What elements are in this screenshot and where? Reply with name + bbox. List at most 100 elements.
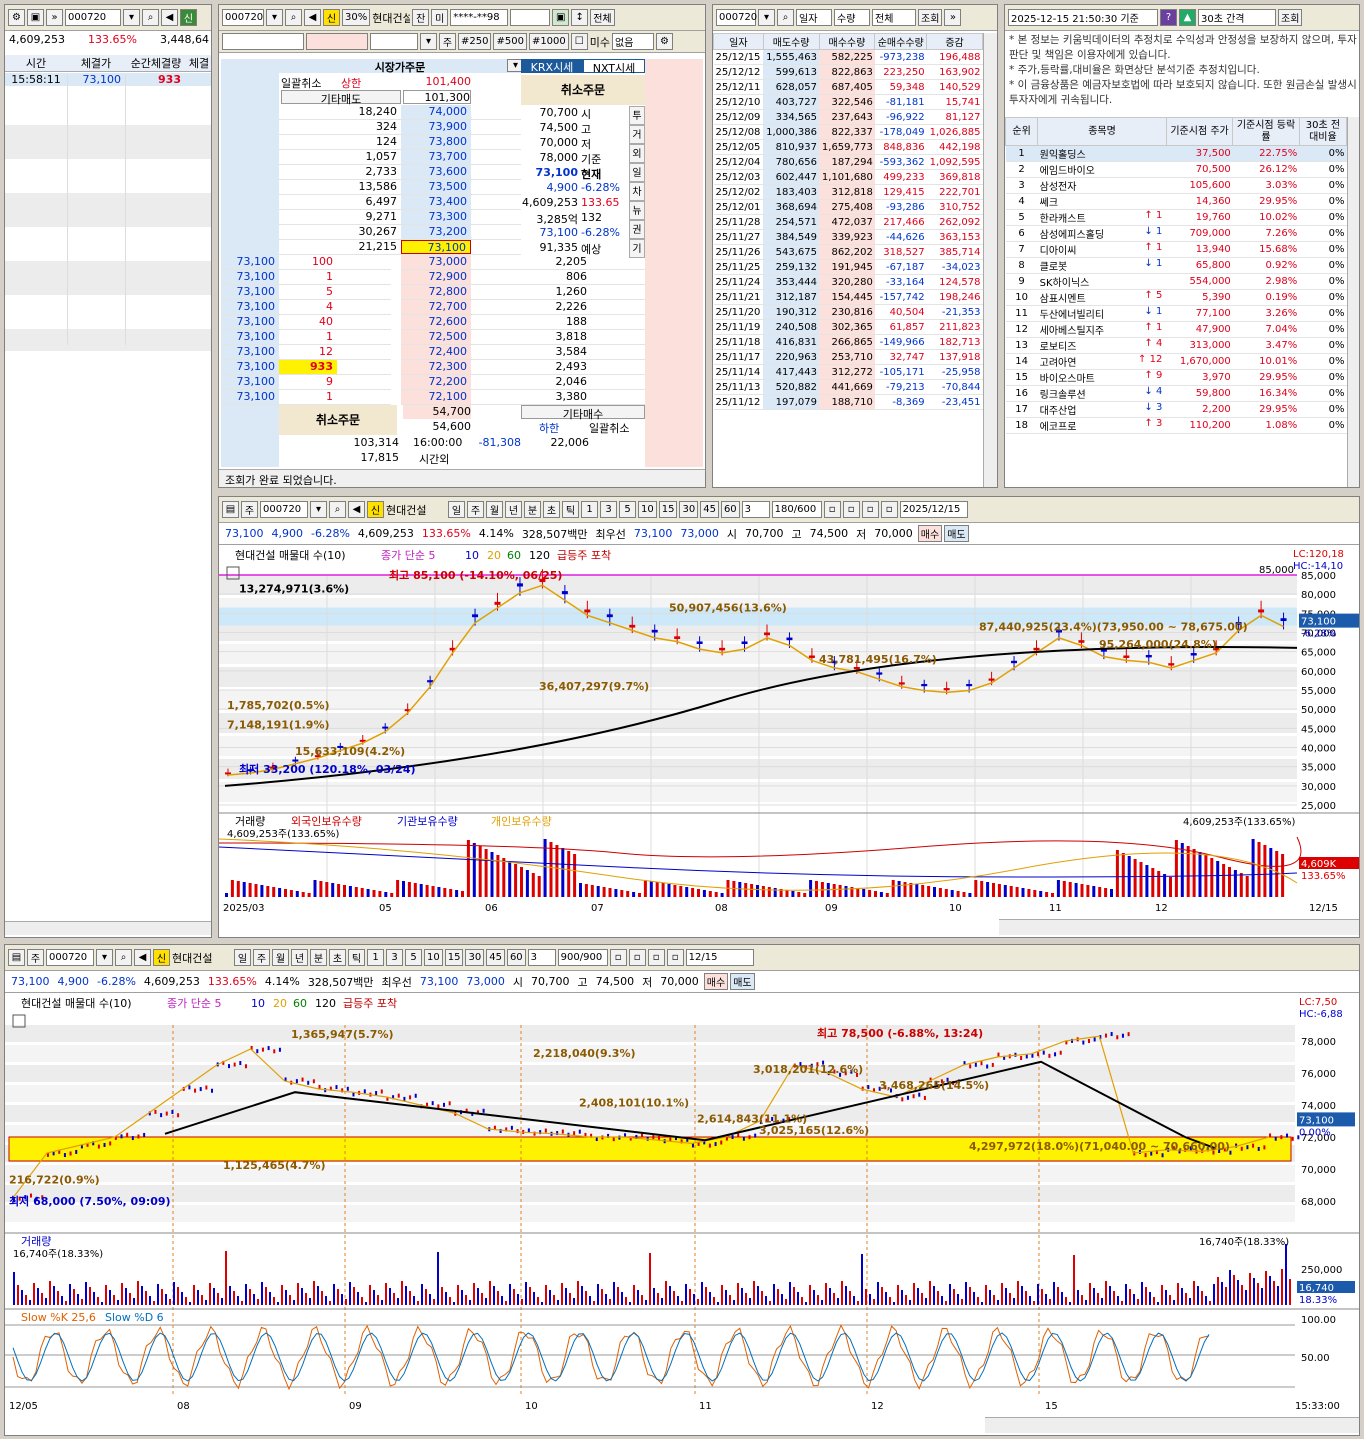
- credit-badge[interactable]: 신: [323, 9, 340, 26]
- daily-row[interactable]: 25/11/17 220,963 253,710 32,747 137,918: [713, 349, 983, 365]
- rank-row[interactable]: 17 대주산업 ↓ 3 2,200 29.95% 0%: [1005, 401, 1347, 418]
- bid-price[interactable]: 72,600: [401, 315, 471, 329]
- search-icon[interactable]: ⌕: [285, 9, 302, 26]
- rank-stock-name[interactable]: 바이오스마트: [1040, 374, 1095, 385]
- interval-button[interactable]: 15: [658, 501, 678, 518]
- ask-price[interactable]: 73,200: [401, 225, 471, 239]
- daily-row[interactable]: 25/11/28 254,571 472,037 217,466 262,092: [713, 214, 983, 230]
- side-tab[interactable]: 외: [629, 144, 645, 163]
- compare-icon[interactable]: ▫: [842, 501, 860, 518]
- rank-stock-name[interactable]: 두산에너빌리티: [1040, 310, 1104, 321]
- bid-row[interactable]: 72,500 3,818: [401, 330, 645, 345]
- ask-row[interactable]: 324 73,900: [279, 120, 521, 135]
- cancel-order-bottom[interactable]: 취소주문: [279, 405, 397, 435]
- period-select[interactable]: 주: [27, 949, 44, 966]
- period-button[interactable]: 월: [486, 501, 503, 518]
- rank-stock-name[interactable]: 링크솔루션: [1040, 390, 1086, 401]
- all-select[interactable]: 전체: [872, 9, 916, 26]
- rank-query-button[interactable]: 조회: [1278, 9, 1303, 26]
- ask-price[interactable]: 73,800: [401, 135, 471, 149]
- date-select[interactable]: 일자: [796, 9, 832, 26]
- interval-button[interactable]: 1: [581, 501, 598, 518]
- interval-button[interactable]: 15: [444, 949, 464, 966]
- bid-price[interactable]: 72,200: [401, 375, 471, 389]
- rank-name[interactable]: 대주산업 ↓ 3: [1037, 401, 1167, 418]
- rank-stock-name[interactable]: 삼성전자: [1040, 182, 1077, 193]
- side-tab[interactable]: 투: [629, 106, 645, 125]
- bid-price[interactable]: 72,100: [401, 390, 471, 404]
- speaker-icon[interactable]: ◀: [304, 9, 321, 26]
- rank-stock-name[interactable]: SK하이닉스: [1040, 278, 1090, 289]
- chart-code-input[interactable]: 000720: [260, 501, 308, 518]
- daily-row[interactable]: 25/11/20 190,312 230,816 40,504 -21,353: [713, 304, 983, 320]
- daily-row[interactable]: 25/11/24 353,444 320,280 -33,164 124,578: [713, 274, 983, 290]
- rank-name[interactable]: 에임드바이오: [1037, 161, 1167, 178]
- sell-button[interactable]: 매도: [730, 973, 755, 990]
- ticker-row[interactable]: 15:58:11 73,100 933: [5, 73, 211, 86]
- interval-select[interactable]: 30초 간격: [1198, 9, 1276, 26]
- ask-price[interactable]: 73,400: [401, 195, 471, 209]
- daily-row[interactable]: 25/12/10 403,727 322,546 -81,181 15,741: [713, 94, 983, 110]
- qty-1000-button[interactable]: #1000: [528, 33, 569, 50]
- bid-price[interactable]: 72,700: [401, 300, 471, 314]
- rank-name[interactable]: 삼성전자: [1037, 177, 1167, 194]
- rank-name[interactable]: 바이오스마트 ↑ 9: [1037, 369, 1167, 386]
- side-tab[interactable]: 차: [629, 182, 645, 201]
- cursor-icon[interactable]: ▫: [823, 501, 841, 518]
- qty-250-button[interactable]: #250: [458, 33, 492, 50]
- rank-row[interactable]: 10 삼표시멘트 ↑ 5 5,390 0.19% 0%: [1005, 289, 1347, 306]
- ask-row[interactable]: 30,267 73,200: [279, 225, 521, 240]
- period-button[interactable]: 년: [291, 949, 308, 966]
- ticker-scrollbar[interactable]: [5, 921, 211, 935]
- qty-select[interactable]: 수량: [834, 9, 870, 26]
- daily-query-button[interactable]: 조회: [918, 9, 943, 26]
- etc-buy-button[interactable]: 기타매수: [521, 405, 645, 421]
- period-button[interactable]: 월: [272, 949, 289, 966]
- rank-row[interactable]: 7 디아이씨 ↑ 1 13,940 15.68% 0%: [1005, 241, 1347, 258]
- next-icon[interactable]: »: [944, 9, 962, 26]
- cancel-all-top[interactable]: 일괄취소: [281, 75, 335, 90]
- period-button[interactable]: 일: [448, 501, 465, 518]
- interval-button[interactable]: 30: [679, 501, 699, 518]
- rank-name[interactable]: 에코프로 ↑ 3: [1037, 417, 1167, 434]
- ask-row[interactable]: 18,240 74,000: [279, 105, 521, 120]
- interval-button[interactable]: 1: [367, 949, 384, 966]
- search-icon[interactable]: ⌕: [329, 501, 346, 518]
- bid-price[interactable]: 72,300: [401, 360, 471, 374]
- rank-name[interactable]: 삼표시멘트 ↑ 5: [1037, 289, 1167, 306]
- period-button[interactable]: 년: [505, 501, 522, 518]
- rank-row[interactable]: 18 에코프로 ↑ 3 110,200 1.08% 0%: [1005, 417, 1347, 434]
- chart2-scroll[interactable]: [985, 1417, 1359, 1433]
- daily-row[interactable]: 25/12/03 602,447 1,101,680 499,233 369,818: [713, 169, 983, 185]
- interval-button[interactable]: 30: [465, 949, 485, 966]
- rank-stock-name[interactable]: 대주산업: [1040, 406, 1077, 417]
- lock-icon[interactable]: ▣: [27, 9, 44, 26]
- rank-name[interactable]: SK하이닉스: [1037, 273, 1167, 290]
- rank-stock-name[interactable]: 고려아연: [1040, 358, 1077, 369]
- interval-button[interactable]: 5: [405, 949, 422, 966]
- bid-row[interactable]: 72,900 806: [401, 270, 645, 285]
- rank-name[interactable]: 로보티즈 ↑ 4: [1037, 337, 1167, 354]
- daily-row[interactable]: 25/11/25 259,132 191,945 -67,187 -34,023: [713, 259, 983, 275]
- dropdown-icon[interactable]: ▾: [758, 9, 775, 26]
- cancel-all-bottom[interactable]: 일괄취소: [589, 420, 645, 435]
- rank-row[interactable]: 1 원익홀딩스 37,500 22.75% 0%: [1005, 145, 1347, 162]
- rank-stock-name[interactable]: 세아베스틸지주: [1040, 326, 1104, 337]
- price-input-2[interactable]: [306, 33, 368, 50]
- rank-row[interactable]: 15 바이오스마트 ↑ 9 3,970 29.95% 0%: [1005, 369, 1347, 386]
- chart-code-input[interactable]: 000720: [46, 949, 94, 966]
- rank-row[interactable]: 2 에임드바이오 70,500 26.12% 0%: [1005, 161, 1347, 178]
- range-input[interactable]: 180/600: [771, 501, 822, 518]
- ask-row[interactable]: 13,586 73,500: [279, 180, 521, 195]
- side-tab[interactable]: 기: [629, 239, 645, 258]
- interval-button[interactable]: 45: [486, 949, 505, 966]
- spin-icon[interactable]: ▾: [420, 33, 437, 50]
- credit-badge[interactable]: 신: [180, 9, 197, 26]
- side-tab[interactable]: 뉴: [629, 201, 645, 220]
- rank-stock-name[interactable]: 삼성에피스홀딩: [1040, 230, 1104, 241]
- daily-row[interactable]: 25/11/13 520,882 441,669 -79,213 -70,844: [713, 379, 983, 395]
- side-tab[interactable]: 권: [629, 220, 645, 239]
- rank-row[interactable]: 16 링크솔루션 ↓ 4 59,800 16.34% 0%: [1005, 385, 1347, 402]
- rank-stock-name[interactable]: 디아이씨: [1040, 246, 1077, 257]
- sort-icon[interactable]: ↕: [571, 9, 589, 26]
